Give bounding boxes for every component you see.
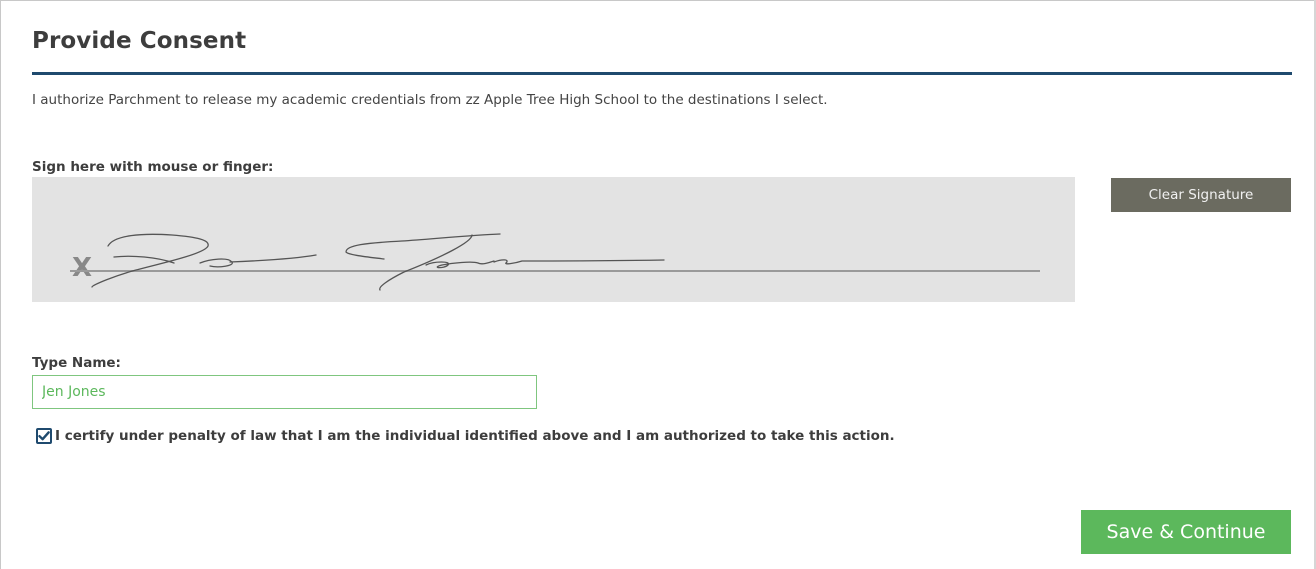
signature-label: Sign here with mouse or finger: (32, 159, 274, 175)
certify-checkbox[interactable] (36, 428, 52, 444)
name-input[interactable] (32, 375, 537, 409)
save-continue-button[interactable]: Save & Continue (1081, 510, 1291, 554)
signature-x-mark: X (72, 253, 92, 283)
certification-row: I certify under penalty of law that I am… (36, 428, 895, 444)
type-name-label: Type Name: (32, 355, 121, 371)
signature-pad[interactable]: X (32, 177, 1075, 302)
consent-statement: I authorize Parchment to release my acad… (32, 92, 828, 108)
signature-canvas[interactable]: X (32, 177, 1075, 302)
title-divider (32, 72, 1292, 75)
signature-stroke (91, 233, 665, 291)
clear-signature-button[interactable]: Clear Signature (1111, 178, 1291, 212)
page-title: Provide Consent (32, 28, 247, 54)
checkmark-icon (38, 431, 50, 441)
certification-text: I certify under penalty of law that I am… (55, 428, 895, 444)
